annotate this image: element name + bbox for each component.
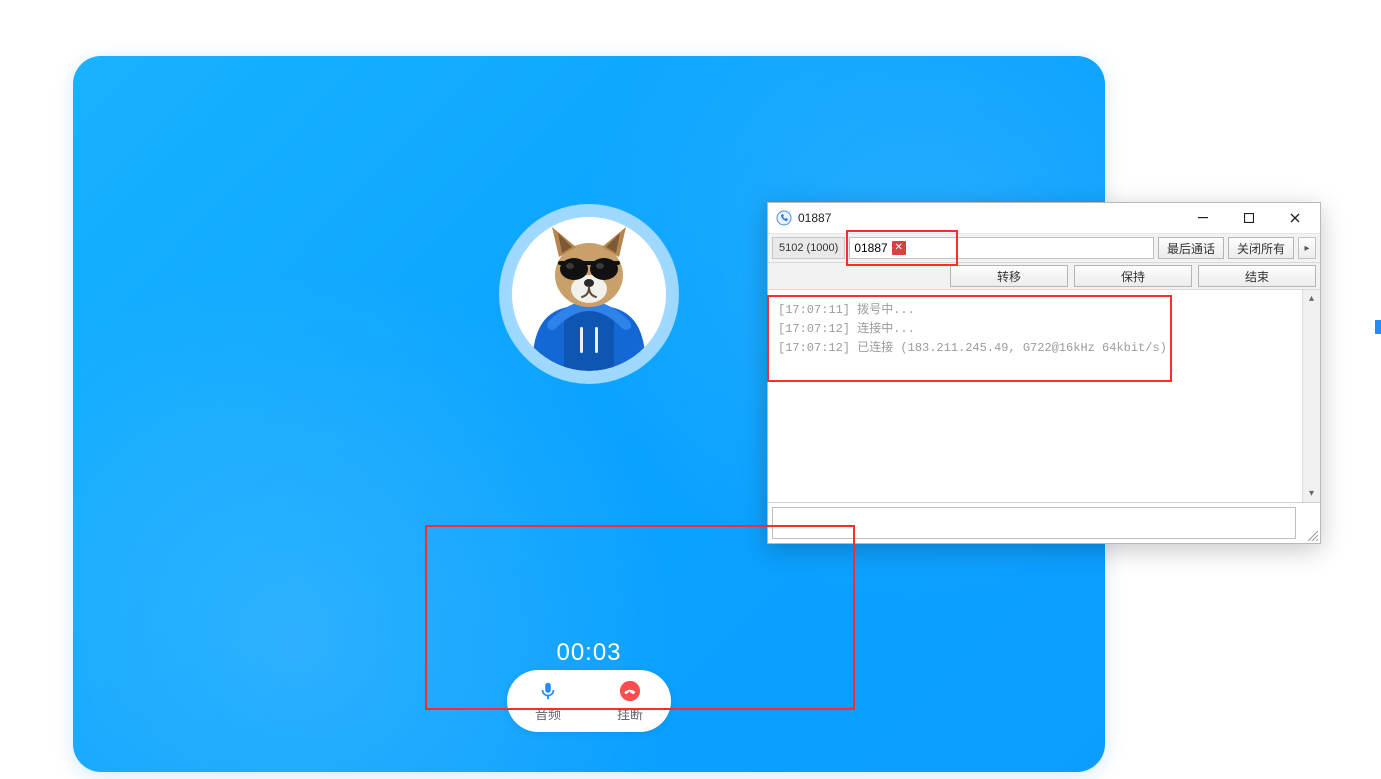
hold-button[interactable]: 保持 (1074, 265, 1192, 287)
avatar (499, 204, 679, 384)
close-all-button[interactable]: 关闭所有 (1228, 237, 1294, 259)
window-title: 01887 (798, 211, 831, 225)
hangup-label: 挂断 (617, 704, 643, 723)
last-call-button[interactable]: 最后通话 (1158, 237, 1224, 259)
log-line: [17:07:12] 连接中... (778, 319, 1292, 336)
minimize-button[interactable] (1180, 203, 1226, 233)
log-area[interactable]: [17:07:11] 拨号中... [17:07:12] 连接中... [17:… (768, 290, 1302, 502)
toolbar-top: 5102 (1000) 01887 ✕ 最后通话 关闭所有 ▸ (768, 234, 1320, 263)
input-row (768, 502, 1320, 543)
scroll-up-icon[interactable]: ▴ (1303, 290, 1320, 307)
line-tab[interactable]: 5102 (1000) (772, 237, 845, 259)
call-controls: 音频 挂断 (507, 670, 671, 732)
message-input[interactable] (772, 507, 1296, 539)
hangup-button[interactable]: 挂断 (589, 670, 671, 732)
call-timer: 00:03 (556, 639, 621, 667)
microphone-icon (537, 680, 559, 702)
resize-grip-icon[interactable] (1300, 503, 1320, 543)
toolbar-actions: 转移 保持 结束 (768, 263, 1320, 290)
edge-decoration (1375, 320, 1381, 334)
scroll-down-icon[interactable]: ▾ (1303, 485, 1320, 502)
clear-number-icon[interactable]: ✕ (892, 241, 906, 255)
next-tab-icon[interactable]: ▸ (1298, 237, 1316, 259)
close-window-button[interactable] (1272, 203, 1318, 233)
number-value: 01887 (854, 241, 887, 255)
phone-app-icon (776, 210, 792, 226)
scrollbar[interactable]: ▴ ▾ (1302, 290, 1320, 502)
audio-label: 音频 (535, 704, 561, 723)
transfer-button[interactable]: 转移 (950, 265, 1068, 287)
end-button[interactable]: 结束 (1198, 265, 1316, 287)
avatar-image (512, 217, 666, 371)
log-line: [17:07:12] 已连接 (183.211.245.49, G722@16k… (778, 338, 1292, 355)
hangup-icon (619, 680, 641, 702)
log-line: [17:07:11] 拨号中... (778, 300, 1292, 317)
audio-button[interactable]: 音频 (507, 670, 589, 732)
number-field[interactable]: 01887 ✕ (849, 237, 1154, 259)
titlebar[interactable]: 01887 (768, 203, 1320, 234)
maximize-button[interactable] (1226, 203, 1272, 233)
call-log-window: 01887 5102 (1000) 01887 ✕ 最后通话 关闭所有 ▸ 转移… (767, 202, 1321, 544)
